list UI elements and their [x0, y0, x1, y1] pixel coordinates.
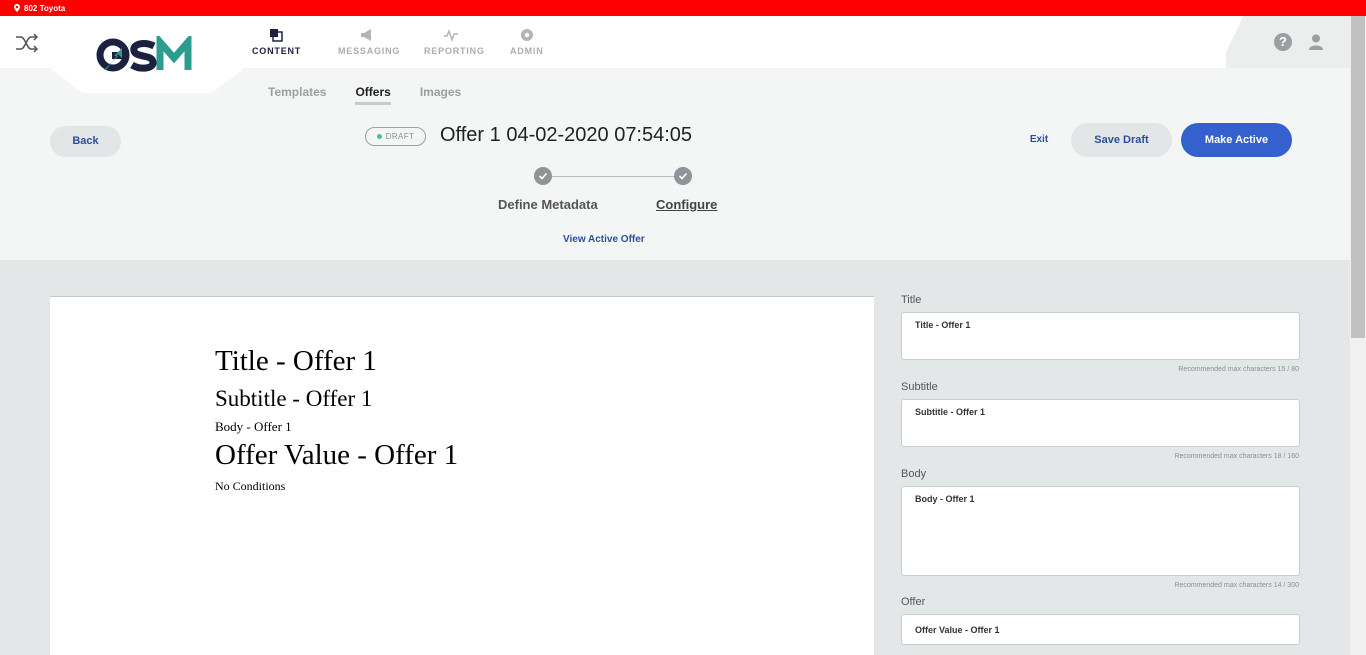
title-field[interactable]: Title - Offer 1: [901, 312, 1300, 360]
page-title: Offer 1 04-02-2020 07:54:05: [440, 124, 693, 146]
check-icon: [678, 172, 688, 180]
tab-images[interactable]: Images: [420, 85, 461, 105]
nav-reporting[interactable]: REPORTING: [424, 28, 510, 56]
step-define-metadata[interactable]: Define Metadata: [498, 197, 598, 212]
location-bar: 802 Toyota: [0, 0, 1366, 16]
tab-offers[interactable]: Offers: [355, 85, 391, 105]
body-field[interactable]: Body - Offer 1: [901, 486, 1300, 576]
offer-preview: Title - Offer 1 Subtitle - Offer 1 Body …: [50, 296, 874, 655]
megaphone-icon: [361, 29, 371, 41]
body-char-counter: Recommended max characters 14 / 300: [1174, 582, 1299, 589]
status-dot-icon: [376, 134, 382, 139]
nav-messaging-label: MESSAGING: [338, 46, 401, 56]
subtitle-char-counter: Recommended max characters 18 / 160: [1174, 453, 1299, 460]
step-configure[interactable]: Configure: [656, 197, 717, 212]
location-pin-icon: [14, 4, 20, 12]
title-char-counter: Recommended max characters 15 / 80: [1178, 366, 1299, 373]
content-subtabs: Templates Offers Images: [268, 85, 461, 105]
nav-admin[interactable]: ADMIN: [510, 28, 596, 56]
shuffle-icon[interactable]: [14, 30, 40, 56]
save-draft-button[interactable]: Save Draft: [1071, 123, 1172, 157]
status-badge-label: DRAFT: [385, 132, 415, 141]
preview-offer-value: Offer Value - Offer 1: [215, 439, 459, 471]
subtitle-field-label: Subtitle: [901, 381, 938, 393]
view-active-offer-link[interactable]: View Active Offer: [563, 234, 645, 245]
tab-templates[interactable]: Templates: [268, 85, 326, 105]
status-badge: DRAFT: [365, 127, 426, 146]
content-icon: [270, 29, 283, 42]
nav-content[interactable]: CONTENT: [252, 28, 338, 56]
step-configure-check[interactable]: [674, 167, 692, 185]
main-nav: CONTENT MESSAGING REPORTING ADMIN: [252, 28, 596, 56]
offer-field[interactable]: Offer Value - Offer 1: [901, 614, 1300, 645]
user-icon[interactable]: [1307, 33, 1325, 51]
make-active-button[interactable]: Make Active: [1181, 123, 1292, 157]
pulse-icon: [444, 28, 458, 42]
page-scrollbar-thumb[interactable]: [1351, 16, 1365, 338]
location-name: 802 Toyota: [24, 3, 66, 13]
nav-content-label: CONTENT: [252, 46, 302, 56]
preview-subtitle: Subtitle - Offer 1: [215, 386, 373, 411]
nav-admin-label: ADMIN: [510, 46, 544, 56]
nav-messaging[interactable]: MESSAGING: [338, 28, 424, 56]
gsm-logo[interactable]: [96, 36, 200, 74]
step-define-metadata-check[interactable]: [534, 167, 552, 185]
body-field-label: Body: [901, 468, 927, 480]
title-field-label: Title: [901, 294, 922, 306]
check-icon: [538, 172, 548, 180]
gear-icon: [521, 29, 533, 41]
nav-reporting-label: REPORTING: [424, 46, 485, 56]
preview-conditions: No Conditions: [215, 479, 286, 493]
back-button[interactable]: Back: [50, 126, 121, 157]
stepper-line: [552, 176, 676, 177]
offer-field-label: Offer: [901, 596, 926, 608]
subtitle-field[interactable]: Subtitle - Offer 1: [901, 399, 1300, 447]
exit-button[interactable]: Exit: [1021, 129, 1057, 151]
preview-title: Title - Offer 1: [215, 345, 377, 377]
help-icon[interactable]: ?: [1274, 33, 1292, 51]
preview-body: Body - Offer 1: [215, 419, 292, 434]
